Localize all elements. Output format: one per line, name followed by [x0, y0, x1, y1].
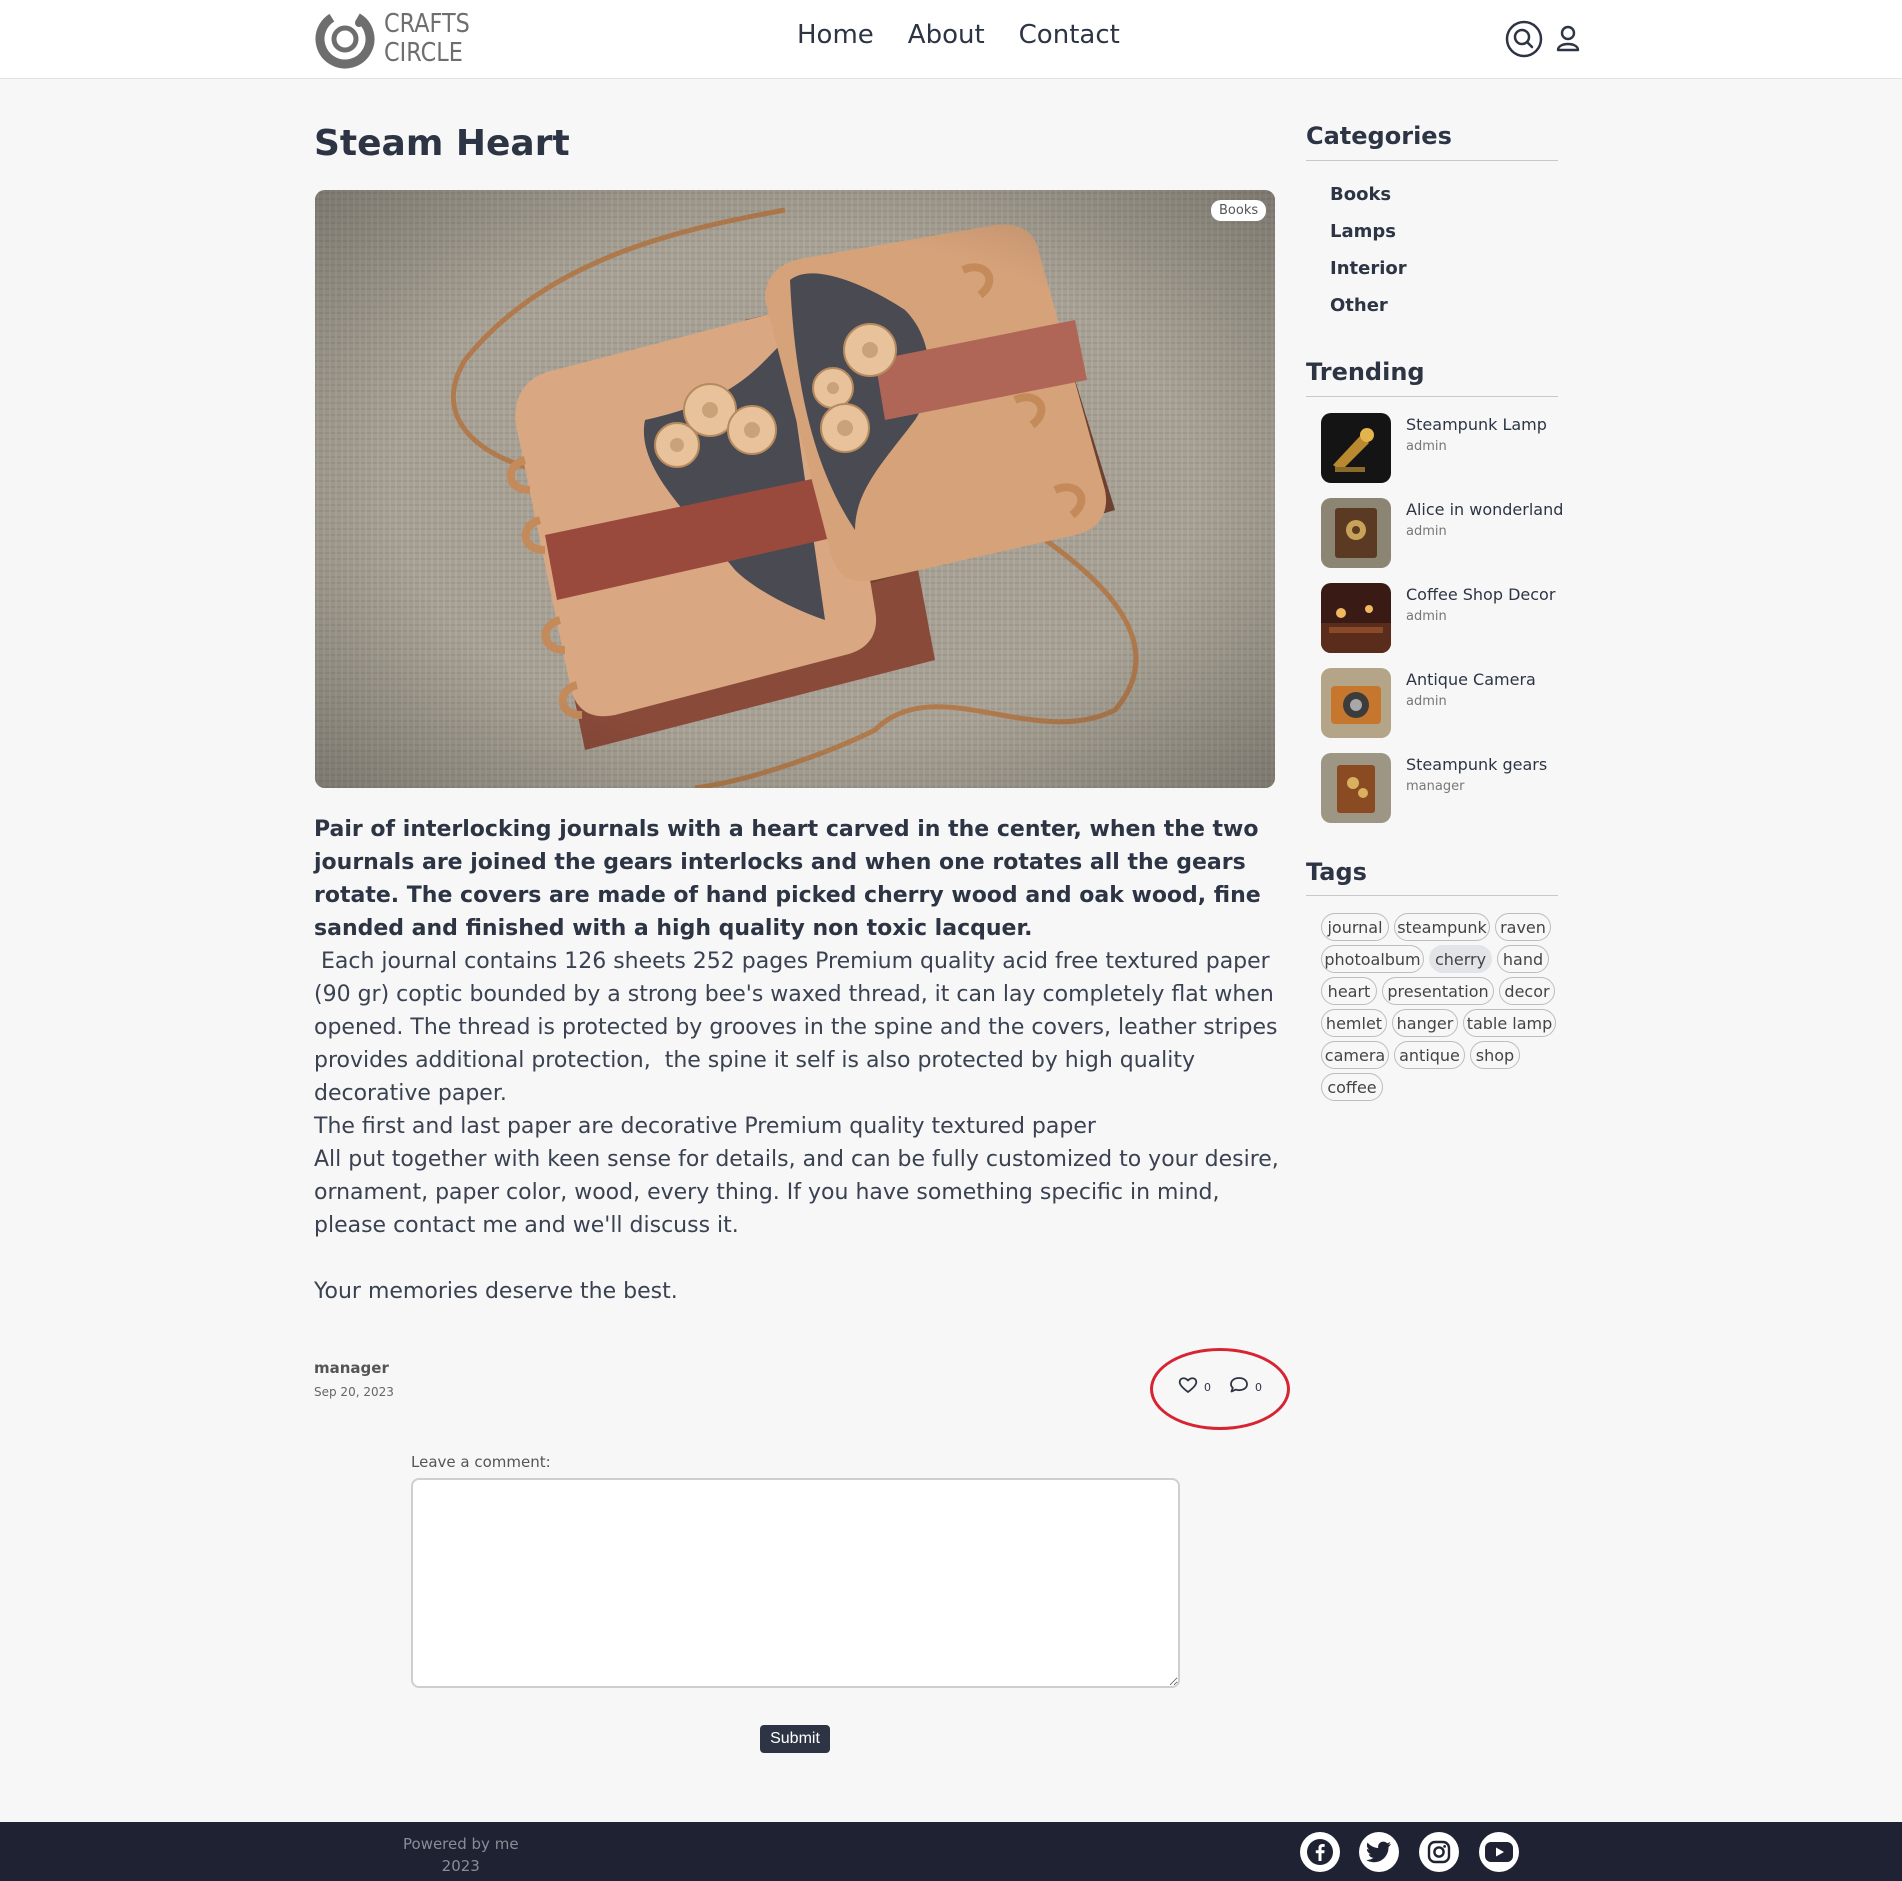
tag-journal[interactable]: journal — [1321, 913, 1389, 941]
trending-title: Steampunk gears — [1406, 755, 1548, 774]
logo-wordmark: CRAFTS CIRCLE — [384, 10, 470, 68]
categories-heading: Categories — [1306, 122, 1452, 150]
trending-item[interactable]: Coffee Shop Decor admin — [1321, 583, 1561, 653]
tag-shop[interactable]: shop — [1470, 1041, 1520, 1069]
post-paragraph: The first and last paper are decorative … — [314, 1114, 1096, 1139]
user-icon[interactable] — [1549, 20, 1587, 58]
trending-thumbnail — [1321, 583, 1391, 653]
instagram-link[interactable] — [1419, 1832, 1459, 1872]
tag-presentation[interactable]: presentation — [1382, 977, 1494, 1005]
highlight-annotation — [1150, 1348, 1290, 1430]
trending-title: Alice in wonderland — [1406, 500, 1564, 519]
main-nav: Home About Contact — [797, 20, 1120, 50]
tag-photoalbum[interactable]: photoalbum — [1321, 945, 1424, 973]
nav-about-link[interactable]: About — [908, 20, 985, 50]
journal-photo — [315, 190, 1275, 788]
nav-contact-link[interactable]: Contact — [1019, 20, 1120, 50]
post-lead-paragraph: Pair of interlocking journals with a hea… — [314, 817, 1261, 941]
site-logo[interactable]: CRAFTS CIRCLE — [314, 8, 484, 70]
instagram-icon — [1427, 1840, 1451, 1864]
tag-cherry[interactable]: cherry — [1429, 945, 1492, 973]
trending-item[interactable]: Steampunk Lamp admin — [1321, 413, 1561, 483]
tag-steampunk[interactable]: steampunk — [1394, 913, 1490, 941]
crafts-circle-logo-icon — [315, 9, 375, 69]
category-link-other[interactable]: Other — [1330, 295, 1388, 316]
tag-decor[interactable]: decor — [1499, 977, 1555, 1005]
post-content: Pair of interlocking journals with a hea… — [314, 813, 1280, 1308]
tag-table-lamp[interactable]: table lamp — [1463, 1009, 1556, 1037]
site-header: CRAFTS CIRCLE Home About Contact — [0, 0, 1902, 79]
trending-thumbnail — [1321, 668, 1391, 738]
post-title: Steam Heart — [314, 123, 570, 164]
facebook-icon — [1307, 1839, 1333, 1865]
twitter-link[interactable] — [1359, 1832, 1399, 1872]
trending-thumbnail — [1321, 498, 1391, 568]
trending-author: manager — [1406, 779, 1465, 794]
footer-credit: Powered by me 2023 — [403, 1833, 519, 1877]
trending-title: Steampunk Lamp — [1406, 415, 1547, 434]
category-link-lamps[interactable]: Lamps — [1330, 221, 1396, 242]
trending-item[interactable]: Antique Camera admin — [1321, 668, 1561, 738]
divider — [1306, 895, 1558, 896]
post-paragraph: Each journal contains 126 sheets 252 pag… — [314, 949, 1285, 1106]
post-hero-image — [315, 190, 1275, 788]
trending-item[interactable]: Steampunk gears manager — [1321, 753, 1561, 823]
trending-thumbnail — [1321, 753, 1391, 823]
comment-label: Leave a comment: — [411, 1453, 551, 1471]
category-badge[interactable]: Books — [1211, 200, 1267, 221]
powered-by-text: Powered by me — [403, 1835, 519, 1853]
nav-home-link[interactable]: Home — [797, 20, 874, 50]
youtube-icon — [1485, 1842, 1513, 1862]
site-footer: Powered by me 2023 — [0, 1822, 1902, 1881]
tag-antique[interactable]: antique — [1394, 1041, 1465, 1069]
search-icon[interactable] — [1505, 20, 1543, 58]
tag-hanger[interactable]: hanger — [1392, 1009, 1458, 1037]
footer-year: 2023 — [441, 1857, 480, 1875]
trending-author: admin — [1406, 609, 1447, 624]
trending-item[interactable]: Alice in wonderland admin — [1321, 498, 1564, 568]
youtube-link[interactable] — [1479, 1832, 1519, 1872]
facebook-link[interactable] — [1300, 1832, 1340, 1872]
tag-hand[interactable]: hand — [1497, 945, 1549, 973]
trending-author: admin — [1406, 694, 1447, 709]
post-author[interactable]: manager — [314, 1359, 389, 1377]
tag-raven[interactable]: raven — [1495, 913, 1551, 941]
divider — [1306, 396, 1558, 397]
category-link-books[interactable]: Books — [1330, 184, 1391, 205]
trending-title: Antique Camera — [1406, 670, 1536, 689]
trending-author: admin — [1406, 439, 1447, 454]
logo-line-1: CRAFTS — [384, 9, 470, 39]
tag-coffee[interactable]: coffee — [1321, 1073, 1383, 1101]
trending-author: admin — [1406, 524, 1447, 539]
trending-title: Coffee Shop Decor — [1406, 585, 1556, 604]
submit-comment-button[interactable]: Submit — [760, 1725, 830, 1753]
tag-heart[interactable]: heart — [1321, 977, 1377, 1005]
divider — [1306, 160, 1558, 161]
tags-heading: Tags — [1306, 858, 1367, 886]
logo-line-2: CIRCLE — [384, 38, 463, 68]
tag-hemlet[interactable]: hemlet — [1321, 1009, 1387, 1037]
category-link-interior[interactable]: Interior — [1330, 258, 1407, 279]
trending-heading: Trending — [1306, 358, 1425, 386]
post-closing-line: Your memories deserve the best. — [314, 1279, 678, 1304]
comment-textarea[interactable] — [411, 1478, 1180, 1688]
twitter-icon — [1366, 1841, 1391, 1863]
post-date: Sep 20, 2023 — [314, 1385, 394, 1399]
tag-camera[interactable]: camera — [1321, 1041, 1389, 1069]
trending-thumbnail — [1321, 413, 1391, 483]
post-paragraph: All put together with keen sense for det… — [314, 1147, 1279, 1238]
